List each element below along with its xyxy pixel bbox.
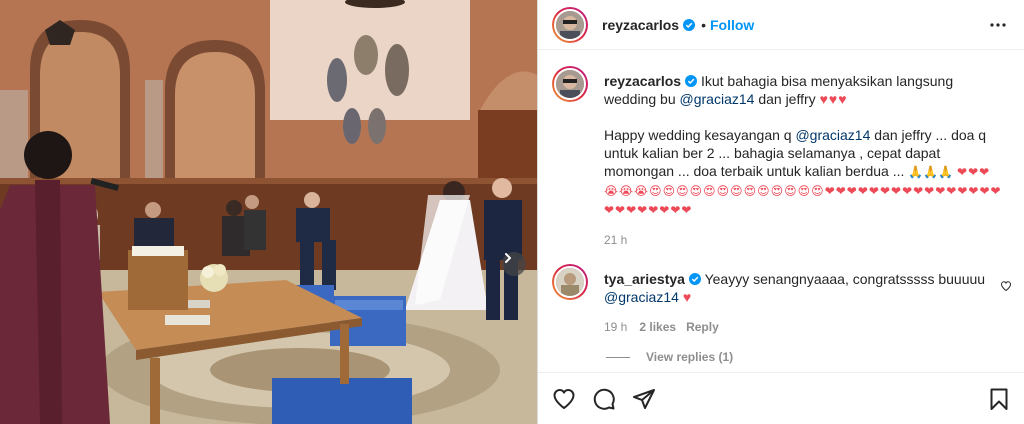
comment-likes[interactable]: 2 likes	[639, 320, 676, 334]
caption-mention-2[interactable]: @graciaz14	[795, 127, 870, 143]
wedding-photo	[0, 0, 537, 424]
caption-time[interactable]: 21 h	[604, 233, 627, 247]
caption-text-1b: dan jeffry	[758, 91, 816, 107]
caption-username[interactable]: reyzacarlos	[604, 73, 681, 89]
author-avatar[interactable]	[552, 6, 588, 43]
caption-mention-1[interactable]: @graciaz14	[680, 91, 755, 107]
author-username[interactable]: reyzacarlos	[602, 17, 679, 33]
instagram-post: reyzacarlos • Follow reyzacarlos Ikut ba…	[0, 0, 1024, 424]
view-replies-button[interactable]: View replies (1)	[606, 350, 733, 364]
comment-item: tya_ariestya Yeayyy senangnyaaaa, congra…	[552, 264, 1012, 336]
verified-badge-icon	[685, 75, 698, 87]
post-header: reyzacarlos • Follow	[538, 0, 1024, 50]
caption-emoji-praying: 🙏🙏🙏	[908, 165, 954, 179]
share-icon[interactable]	[632, 387, 656, 411]
caption-body: reyzacarlos Ikut bahagia bisa menyaksika…	[604, 72, 1012, 249]
caption-text-2a: Happy wedding kesayangan q	[604, 127, 792, 143]
comment-body: tya_ariestya Yeayyy senangnyaaaa, congra…	[604, 270, 1012, 336]
comment-time[interactable]: 19 h	[604, 320, 627, 334]
comment-meta: 19 h 2 likes Reply	[604, 318, 1012, 336]
separator-dot: •	[701, 16, 706, 33]
next-arrow-icon	[505, 253, 511, 263]
post-actions-bar	[538, 372, 1024, 424]
comment-author-avatar[interactable]	[552, 264, 588, 300]
post-side-panel: reyzacarlos • Follow reyzacarlos Ikut ba…	[537, 0, 1024, 424]
caption-hearts-1: ♥♥♥	[819, 91, 848, 107]
caption-author-avatar[interactable]	[552, 66, 588, 102]
comment-mention[interactable]: @graciaz14	[604, 289, 679, 305]
more-options-icon	[990, 22, 1006, 27]
verified-badge-icon	[688, 273, 701, 285]
comment-reply-button[interactable]: Reply	[686, 320, 719, 334]
next-photo-button[interactable]	[502, 252, 526, 276]
replies-divider	[606, 356, 630, 358]
comment-heart: ♥	[682, 289, 693, 305]
follow-button[interactable]: Follow	[710, 17, 754, 33]
verified-badge-icon	[683, 18, 696, 31]
view-replies-label: View replies (1)	[646, 350, 734, 364]
comment-icon[interactable]	[592, 387, 616, 411]
bookmark-icon[interactable]	[987, 387, 1011, 411]
post-photo[interactable]	[0, 0, 537, 424]
caption-meta: 21 h	[604, 231, 1012, 249]
comment-text: Yeayyy senangnyaaaa, congratsssss buuuuu	[704, 271, 986, 287]
comment-like-icon[interactable]	[1000, 280, 1012, 292]
heart-icon[interactable]	[552, 387, 576, 411]
comment-username[interactable]: tya_ariestya	[604, 271, 685, 287]
more-options-button[interactable]	[986, 13, 1010, 37]
caption: reyzacarlos Ikut bahagia bisa menyaksika…	[552, 66, 1012, 249]
